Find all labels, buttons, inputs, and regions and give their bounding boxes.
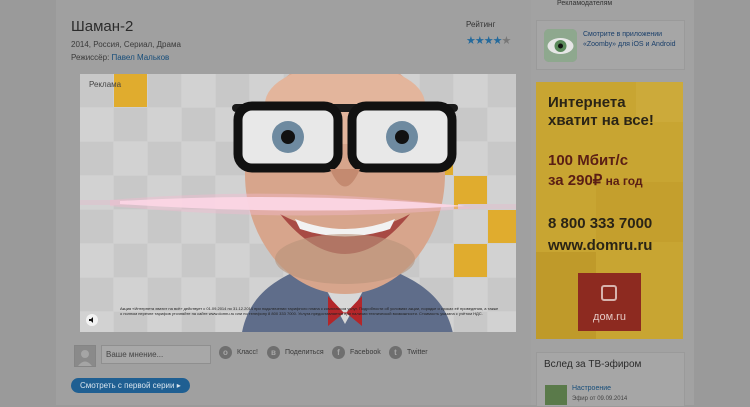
eye-app-icon[interactable]: [544, 29, 577, 62]
tv-followup-panel: Вслед за ТВ-эфиром Настроение Эфир от 09…: [536, 352, 685, 407]
bg-tile: [148, 142, 181, 175]
advertisers-link[interactable]: Рекламодателям: [557, 0, 612, 7]
rating-star[interactable]: ★: [484, 35, 494, 47]
share-button-2[interactable]: f Facebook: [332, 346, 381, 359]
bg-tile: [114, 244, 147, 277]
banner-headline-line-1: Интернета: [548, 94, 626, 111]
bg-tile: [148, 108, 181, 141]
bg-tile: [80, 278, 113, 311]
share-button-1[interactable]: в Поделиться: [267, 346, 324, 359]
share-label: Twitter: [407, 349, 428, 356]
bg-tile: [182, 108, 215, 141]
bg-tile: [182, 74, 215, 107]
tv-show-date: Эфир от 09.09.2014: [572, 396, 628, 402]
ad-label: Реклама: [89, 80, 122, 89]
app-promo[interactable]: Смотрите в приложении «Zoomby» для iOS и…: [536, 20, 685, 70]
bg-tile: [488, 142, 516, 175]
ruble-sign: ₽: [592, 172, 603, 189]
bg-tile: [114, 74, 147, 107]
bg-tile: [488, 74, 516, 107]
watch-from-first-episode-button[interactable]: Смотреть с первой серии ▸: [71, 378, 190, 393]
domru-logo-mark-icon: [601, 285, 617, 301]
page-title: Шаман-2: [71, 18, 134, 35]
tv-show-thumbnail[interactable]: [545, 385, 567, 405]
app-promo-text[interactable]: Смотрите в приложении «Zoomby» для iOS и…: [583, 30, 683, 50]
ad-light-beam: [80, 193, 516, 216]
rating-star[interactable]: ★: [475, 35, 485, 47]
share-label: Поделиться: [285, 349, 324, 356]
bg-tile: [80, 74, 113, 107]
tv-show-link[interactable]: Настроение: [572, 385, 611, 392]
director-line: Режиссёр: Павел Мальков: [71, 53, 169, 62]
share-button-3[interactable]: t Twitter: [389, 346, 428, 359]
rating-stars[interactable]: ★★★★★: [466, 35, 512, 47]
avatar: [74, 345, 96, 367]
rating-star[interactable]: ★: [466, 35, 476, 47]
director-link[interactable]: Павел Мальков: [112, 53, 170, 62]
volume-icon[interactable]: [86, 314, 98, 326]
share-icon: t: [389, 346, 402, 359]
bg-tile: [80, 108, 113, 141]
domru-logo: дом.ru: [578, 273, 641, 331]
share-label: Facebook: [350, 349, 381, 356]
bg-tile: [80, 142, 113, 175]
rating-star[interactable]: ★: [502, 35, 512, 47]
rating-widget[interactable]: Рейтинг ★★★★★: [466, 20, 512, 49]
banner-headline-line-2: хватит на все!: [548, 112, 654, 129]
bg-tile: [182, 244, 215, 277]
banner-phone: 8 800 333 7000: [548, 215, 653, 232]
tv-panel-title: Вслед за ТВ-эфиром: [544, 359, 642, 370]
video-player[interactable]: Реклама Акция «Интернета хватит на всё» …: [80, 74, 516, 332]
director-label: Режиссёр:: [71, 53, 110, 62]
bg-tile: [148, 244, 181, 277]
share-icon: о: [219, 346, 232, 359]
share-icon: в: [267, 346, 280, 359]
domru-logo-text: дом.ru: [593, 311, 626, 323]
bg-tile: [80, 244, 113, 277]
bg-tile: [148, 74, 181, 107]
banner-site: www.domru.ru: [548, 237, 653, 254]
banner-speed: 100 Мбит/с: [548, 152, 629, 169]
bg-tile: [114, 108, 147, 141]
rating-label: Рейтинг: [466, 20, 496, 29]
opinion-input[interactable]: [101, 345, 211, 364]
movie-meta: 2014, Россия, Сериал, Драма: [71, 40, 181, 49]
banner-offer: 100 Мбит/с за 290₽ на год: [548, 151, 643, 191]
share-button-0[interactable]: о Класс!: [219, 346, 258, 359]
domru-ad-banner[interactable]: Интернета хватит на все! 100 Мбит/с за 2…: [536, 82, 683, 339]
rating-star[interactable]: ★: [493, 35, 503, 47]
ad-disclaimer: Акция «Интернета хватит на всё» действуе…: [120, 306, 499, 316]
bg-tile: [114, 142, 147, 175]
bg-tile: [488, 244, 516, 277]
bg-tile: [182, 142, 215, 175]
bg-tile: [488, 108, 516, 141]
banner-price: за 290₽ на год: [548, 172, 643, 189]
share-icon: f: [332, 346, 345, 359]
banner-headline: Интернета хватит на все!: [548, 94, 654, 130]
user-silhouette-icon: [78, 350, 92, 366]
share-label: Класс!: [237, 349, 258, 356]
